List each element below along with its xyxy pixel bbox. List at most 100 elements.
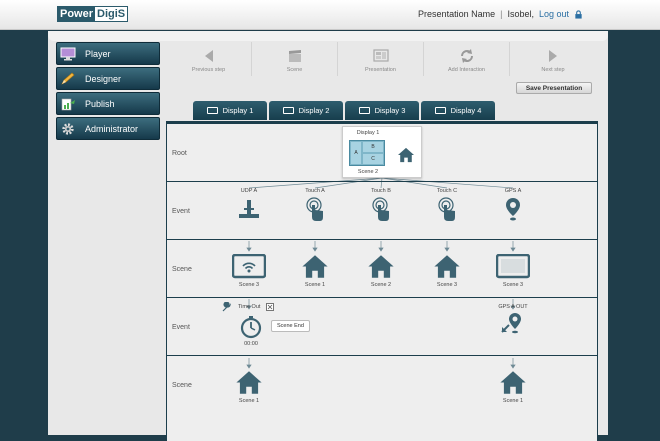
sidebar-item-label: Player xyxy=(85,48,111,59)
scene-label: Scene 3 xyxy=(502,282,524,288)
sidebar-item-label: Publish xyxy=(85,98,115,109)
root-node-scene: Scene 2 xyxy=(357,169,379,175)
event-label: GPS A xyxy=(504,188,522,194)
next-step-button[interactable]: Next step xyxy=(510,42,596,76)
home-icon xyxy=(398,147,414,163)
flow-canvas: Root Display 1 A B C Scene 2 Event UDP A… xyxy=(166,121,598,441)
event-label: UDP A xyxy=(240,188,258,194)
monitor-icon xyxy=(57,43,79,64)
udp-icon xyxy=(239,200,259,218)
toolbar: Previous step Scene Presentation Add Int… xyxy=(166,42,598,76)
scene-end-callout: Scene End xyxy=(271,320,310,332)
touch-icon xyxy=(306,197,323,221)
scene-node[interactable]: Scene 1 xyxy=(485,369,541,404)
sidebar-item-administrator[interactable]: Administrator xyxy=(56,117,160,140)
arrow-left-icon xyxy=(203,47,215,65)
arrow-right-icon xyxy=(547,47,559,65)
event-label: Touch A xyxy=(305,188,325,194)
display-layout: A B C xyxy=(349,140,385,166)
wrench-icon[interactable] xyxy=(222,302,232,312)
close-icon[interactable] xyxy=(266,303,275,311)
sidebar: Player Designer Publish Administrator xyxy=(56,42,160,142)
gps-pin-icon xyxy=(506,198,520,221)
tab-display-3[interactable]: Display 3 xyxy=(345,101,419,120)
row-label-event: Event xyxy=(172,208,190,215)
tab-label: Display 1 xyxy=(222,106,254,115)
scene-end-label: Scene End xyxy=(277,323,304,329)
presentation-name: Presentation Name xyxy=(418,9,496,19)
tab-display-4[interactable]: Display 4 xyxy=(421,101,495,120)
stopwatch-icon xyxy=(240,316,262,339)
logo-part1: Power xyxy=(58,7,96,21)
row-label-scene: Scene xyxy=(172,382,192,389)
gps-out-icon xyxy=(501,313,521,334)
add-interaction-button[interactable]: Add Interaction xyxy=(424,42,510,76)
sidebar-item-publish[interactable]: Publish xyxy=(56,92,160,115)
sidebar-item-player[interactable]: Player xyxy=(56,42,160,65)
scene-label: Scene 3 xyxy=(436,282,458,288)
scene-label: Scene 1 xyxy=(304,282,326,288)
row-label-event: Event xyxy=(172,324,190,331)
event-node-touch-c[interactable]: Touch C xyxy=(419,188,475,222)
timeout-label: Time Out xyxy=(238,304,261,310)
scene-node[interactable]: Scene 3 xyxy=(485,254,541,288)
scene-node[interactable]: Scene 1 xyxy=(221,369,277,404)
refresh-icon xyxy=(459,47,475,65)
scene-node[interactable]: Scene 3 xyxy=(419,253,475,288)
event-node-gps-a-out[interactable]: GPS A OUT xyxy=(485,304,541,338)
row-scene-1: Scene Scene 3 Scene 1 Scene 2 Scene 3 Sc… xyxy=(167,240,597,298)
sidebar-item-label: Designer xyxy=(85,73,122,84)
tab-display-1[interactable]: Display 1 xyxy=(193,101,267,120)
home-icon xyxy=(500,371,526,394)
event-node-touch-b[interactable]: Touch B xyxy=(353,188,409,222)
display-icon xyxy=(434,107,446,114)
logo-part2: DigiS xyxy=(95,7,128,21)
row-label-root: Root xyxy=(172,150,187,157)
tab-label: Display 2 xyxy=(298,106,330,115)
row-label-scene: Scene xyxy=(172,266,192,273)
touch-icon xyxy=(438,197,455,221)
scene-label: Scene 1 xyxy=(502,398,524,404)
root-node[interactable]: Display 1 A B C Scene 2 xyxy=(342,126,422,178)
display-icon xyxy=(358,107,370,114)
event-node-udp-a[interactable]: UDP A xyxy=(221,188,277,222)
timer-node[interactable]: 00:00 xyxy=(231,315,271,347)
presentation-label: Presentation xyxy=(365,67,396,73)
scene-label: Scene 1 xyxy=(238,398,260,404)
tablet-icon xyxy=(496,254,530,279)
tab-display-2[interactable]: Display 2 xyxy=(269,101,343,120)
scene-node[interactable]: Scene 1 xyxy=(287,253,343,288)
home-icon xyxy=(302,255,328,278)
scene-label: Scene 2 xyxy=(370,282,392,288)
scene-node[interactable]: Scene 2 xyxy=(353,253,409,288)
scene-label: Scene 3 xyxy=(238,282,260,288)
frame-top xyxy=(48,31,608,41)
save-presentation-button[interactable]: Save Presentation xyxy=(516,82,592,94)
row-root: Root Display 1 A B C Scene 2 xyxy=(167,124,597,182)
username: Isobel, xyxy=(507,9,534,19)
separator: | xyxy=(500,9,503,19)
timeout-event: Time Out xyxy=(222,302,275,312)
home-icon xyxy=(368,255,394,278)
gear-icon xyxy=(57,118,79,139)
logo: Power DigiS xyxy=(57,6,129,22)
scene-node[interactable]: Scene 3 xyxy=(221,254,277,288)
zone-b: B xyxy=(363,142,383,152)
publish-icon xyxy=(57,93,79,114)
row-event-2: Event Time Out 00:00 Scene End GPS A OUT xyxy=(167,298,597,356)
display-icon xyxy=(282,107,294,114)
event-node-gps-a[interactable]: GPS A xyxy=(485,188,541,222)
scene-button[interactable]: Scene xyxy=(252,42,338,76)
previous-step-label: Previous step xyxy=(191,67,226,73)
presentation-icon xyxy=(372,47,389,65)
lock-icon xyxy=(575,9,582,19)
scene-label: Scene xyxy=(286,67,303,73)
root-node-title: Display 1 xyxy=(356,130,380,136)
event-node-touch-a[interactable]: Touch A xyxy=(287,188,343,222)
sidebar-item-designer[interactable]: Designer xyxy=(56,67,160,90)
sidebar-item-label: Administrator xyxy=(85,123,139,134)
logout-link[interactable]: Log out xyxy=(539,9,569,19)
zone-c: C xyxy=(363,154,383,164)
previous-step-button[interactable]: Previous step xyxy=(166,42,252,76)
presentation-button[interactable]: Presentation xyxy=(338,42,424,76)
